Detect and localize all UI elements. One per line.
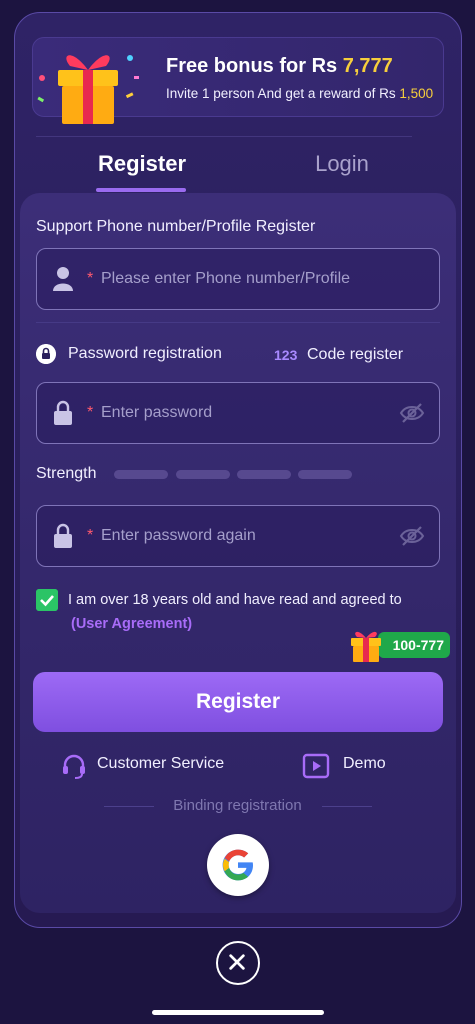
home-indicator: [152, 1010, 324, 1015]
google-icon: [222, 849, 253, 881]
agreement-text: I am over 18 years old and have read and…: [68, 592, 402, 608]
password-input[interactable]: * Enter password: [36, 382, 440, 444]
lock-icon: [36, 344, 56, 364]
confirm-password-input[interactable]: * Enter password again: [36, 505, 440, 567]
strength-segment: [114, 470, 168, 479]
headset-icon: [63, 754, 85, 779]
close-button[interactable]: [216, 941, 260, 985]
banner-divider: [36, 136, 412, 137]
customer-service-link[interactable]: Customer Service: [97, 755, 224, 773]
required-mark: *: [87, 270, 94, 287]
promo-badge[interactable]: 100-777: [378, 632, 450, 658]
gift-icon: [351, 631, 381, 662]
phone-label: Support Phone number/Profile Register: [36, 218, 316, 235]
lock-icon: [54, 400, 72, 425]
code-register-icon: 123: [274, 347, 298, 363]
strength-segment: [176, 470, 230, 479]
user-icon: [53, 267, 73, 291]
phone-input[interactable]: * Please enter Phone number/Profile: [36, 248, 440, 310]
tab-register[interactable]: Register: [86, 151, 198, 177]
bonus-subtitle-amount: 1,500: [399, 86, 434, 101]
user-agreement-link[interactable]: (User Agreement): [71, 616, 192, 632]
bonus-title-amount: 7,777: [342, 55, 393, 77]
phone-placeholder: Please enter Phone number/Profile: [101, 270, 351, 287]
bonus-subtitle: Invite 1 person And get a reward of Rs 1…: [166, 86, 434, 101]
required-mark: *: [87, 404, 94, 421]
binding-divider-right: [322, 806, 372, 807]
tab-login[interactable]: Login: [286, 151, 398, 177]
google-login-button[interactable]: [207, 834, 269, 896]
strength-label: Strength: [36, 465, 97, 482]
strength-segment: [237, 470, 291, 479]
confirm-password-placeholder: Enter password again: [101, 527, 256, 544]
code-register-option[interactable]: Code register: [307, 346, 403, 364]
lock-icon: [54, 523, 72, 548]
demo-link[interactable]: Demo: [343, 755, 386, 773]
close-icon: [229, 954, 245, 970]
eye-off-icon[interactable]: [399, 401, 425, 425]
password-registration-option[interactable]: Password registration: [68, 345, 222, 363]
play-icon: [302, 753, 330, 779]
required-mark: *: [87, 527, 94, 544]
register-button[interactable]: Register: [33, 672, 443, 732]
bonus-title: Free bonus for Rs 7,777: [166, 55, 393, 77]
binding-registration-label: Binding registration: [173, 797, 302, 814]
strength-segment: [298, 470, 352, 479]
active-tab-indicator: [96, 188, 186, 192]
eye-off-icon[interactable]: [399, 524, 425, 548]
password-placeholder: Enter password: [101, 404, 213, 421]
agreement-checkbox[interactable]: [36, 589, 58, 611]
gift-icon: [37, 55, 139, 124]
section-divider: [36, 322, 440, 323]
